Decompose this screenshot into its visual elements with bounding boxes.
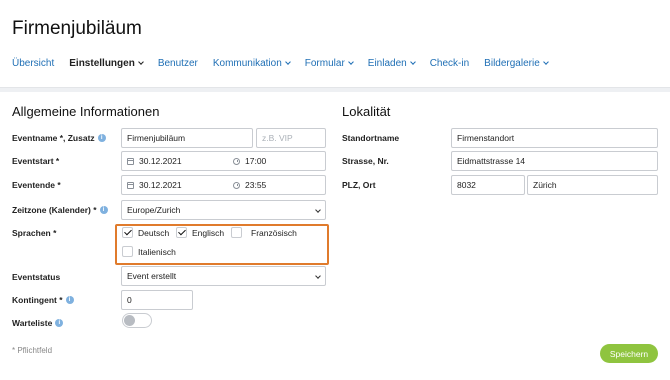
info-icon[interactable]: i bbox=[99, 206, 108, 214]
nav-item-bildergalerie[interactable]: Bildergalerie bbox=[484, 58, 549, 69]
toggle-knob bbox=[124, 315, 135, 326]
quota-label: Kontingent * i bbox=[12, 295, 74, 305]
timezone-label-text: Zeitzone (Kalender) * bbox=[12, 205, 97, 215]
eventstatus-value: Event erstellt bbox=[127, 271, 177, 281]
zip-input[interactable]: 8032 bbox=[451, 175, 525, 195]
checkbox-unchecked[interactable] bbox=[231, 227, 242, 238]
eventstart-input[interactable]: 30.12.2021 17:00 bbox=[121, 151, 326, 171]
zip-city-label: PLZ, Ort bbox=[342, 180, 376, 190]
timezone-select[interactable]: Europe/Zurich bbox=[121, 200, 326, 220]
eventname-label: Eventname *, Zusatz i bbox=[12, 133, 106, 143]
nav-item-uebersicht[interactable]: Übersicht bbox=[12, 58, 54, 69]
timezone-label: Zeitzone (Kalender) * i bbox=[12, 205, 108, 215]
quota-label-text: Kontingent * bbox=[12, 295, 63, 305]
language-option-englisch[interactable]: Englisch bbox=[176, 227, 224, 238]
eventname-input[interactable]: Firmenjubiläum bbox=[121, 128, 253, 148]
quota-input[interactable]: 0 bbox=[121, 290, 193, 310]
nav-item-label: Kommunikation bbox=[212, 58, 282, 69]
nav-item-einstellungen[interactable]: Einstellungen bbox=[69, 58, 144, 69]
nav-item-label: Bildergalerie bbox=[484, 58, 540, 69]
eventende-label: Eventende * bbox=[12, 180, 61, 190]
chevron-down-icon bbox=[315, 207, 321, 213]
clock-icon bbox=[233, 157, 240, 165]
general-section-title: Allgemeine Informationen bbox=[12, 104, 160, 119]
info-icon[interactable]: i bbox=[65, 296, 74, 304]
page-header: Firmenjubiläum Übersicht Einstellungen B… bbox=[0, 0, 670, 88]
nav-item-label: Einladen bbox=[367, 58, 407, 69]
eventstart-time: 17:00 bbox=[245, 156, 267, 166]
checkbox-unchecked[interactable] bbox=[122, 246, 133, 257]
eventstatus-label: Eventstatus bbox=[12, 272, 61, 282]
city-input[interactable]: Zürich bbox=[527, 175, 658, 195]
languages-label: Sprachen * bbox=[12, 228, 57, 238]
chevron-down-icon bbox=[315, 273, 321, 279]
location-name-input[interactable]: Firmenstandort bbox=[451, 128, 658, 148]
main-nav: Übersicht Einstellungen Benutzer Kommuni… bbox=[12, 58, 563, 69]
eventname-addition-input[interactable]: z.B. VIP bbox=[256, 128, 326, 148]
timezone-value: Europe/Zurich bbox=[127, 205, 181, 215]
language-label: Deutsch bbox=[138, 227, 170, 238]
eventende-input[interactable]: 30.12.2021 23:55 bbox=[121, 175, 326, 195]
nav-item-kommunikation[interactable]: Kommunikation bbox=[212, 58, 291, 69]
chevron-down-icon bbox=[137, 59, 144, 65]
chevron-down-icon bbox=[284, 59, 291, 65]
waitlist-toggle[interactable] bbox=[122, 313, 152, 328]
eventstart-date: 30.12.2021 bbox=[139, 156, 182, 166]
nav-item-checkin[interactable]: Check-in bbox=[430, 58, 469, 69]
info-icon[interactable]: i bbox=[97, 134, 106, 142]
chevron-down-icon bbox=[409, 59, 416, 65]
checkbox-checked[interactable] bbox=[122, 227, 133, 238]
calendar-icon bbox=[127, 181, 134, 189]
language-option-deutsch[interactable]: Deutsch bbox=[122, 227, 169, 238]
language-label: Englisch bbox=[192, 227, 225, 238]
nav-item-benutzer[interactable]: Benutzer bbox=[158, 58, 198, 69]
language-option-franzoesisch[interactable]: Französisch bbox=[231, 227, 297, 238]
calendar-icon bbox=[127, 157, 134, 165]
street-label: Strasse, Nr. bbox=[342, 156, 389, 166]
waitlist-label-text: Warteliste bbox=[12, 318, 53, 328]
eventstart-label: Eventstart * bbox=[12, 156, 60, 166]
language-label: Französisch bbox=[251, 227, 297, 238]
eventstatus-select[interactable]: Event erstellt bbox=[121, 266, 326, 286]
nav-item-label: Check-in bbox=[429, 58, 470, 69]
language-option-italienisch[interactable]: Italienisch bbox=[122, 246, 176, 257]
street-input[interactable]: Eidmattstrasse 14 bbox=[451, 151, 658, 171]
clock-icon bbox=[233, 181, 240, 189]
nav-item-label: Übersicht bbox=[12, 58, 55, 69]
info-icon[interactable]: i bbox=[55, 319, 64, 327]
save-button[interactable]: Speichern bbox=[600, 344, 658, 363]
eventname-label-text: Eventname *, Zusatz bbox=[12, 133, 95, 143]
nav-item-einladen[interactable]: Einladen bbox=[367, 58, 416, 69]
nav-item-label: Einstellungen bbox=[69, 58, 135, 69]
chevron-down-icon bbox=[347, 59, 354, 65]
location-name-label: Standortname bbox=[342, 133, 400, 143]
language-label: Italienisch bbox=[138, 246, 176, 257]
chevron-down-icon bbox=[542, 59, 549, 65]
nav-item-label: Formular bbox=[304, 58, 345, 69]
nav-item-label: Benutzer bbox=[157, 58, 198, 69]
eventende-time: 23:55 bbox=[245, 180, 267, 190]
required-note: * Pflichtfeld bbox=[12, 346, 53, 355]
checkbox-checked[interactable] bbox=[176, 227, 187, 238]
eventende-date: 30.12.2021 bbox=[139, 180, 182, 190]
waitlist-label: Warteliste i bbox=[12, 318, 64, 328]
nav-item-formular[interactable]: Formular bbox=[304, 58, 354, 69]
page-title: Firmenjubiläum bbox=[12, 18, 142, 39]
location-section-title: Lokalität bbox=[342, 104, 391, 119]
